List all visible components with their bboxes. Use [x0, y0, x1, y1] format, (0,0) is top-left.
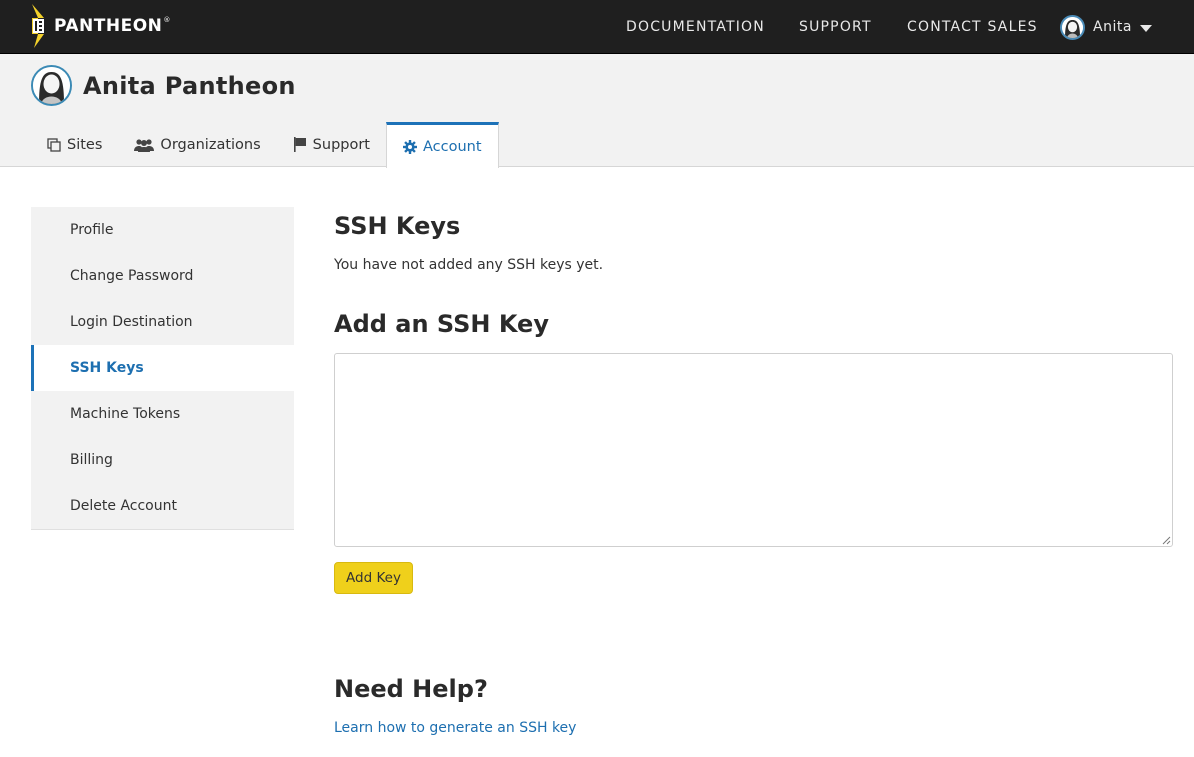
tab-organizations-label: Organizations [160, 136, 261, 153]
logo-registered-mark: ® [163, 16, 171, 24]
user-menu[interactable]: Anita [1060, 0, 1152, 54]
user-name: Anita [1093, 19, 1132, 35]
sidebar-item-profile[interactable]: Profile [31, 207, 294, 253]
generate-ssh-key-help-link[interactable]: Learn how to generate an SSH key [334, 720, 576, 736]
sidebar-item-ssh-keys[interactable]: SSH Keys [31, 345, 294, 391]
account-tabs: Sites Organizations Support Account [31, 122, 499, 168]
sidebar-item-change-password[interactable]: Change Password [31, 253, 294, 299]
page-title: Anita Pantheon [83, 72, 296, 100]
need-help-heading: Need Help? [334, 675, 488, 703]
add-key-button[interactable]: Add Key [334, 562, 413, 594]
users-icon [134, 138, 155, 152]
account-side-menu: Profile Change Password Login Destinatio… [31, 207, 294, 530]
empty-keys-message: You have not added any SSH keys yet. [334, 257, 604, 273]
user-avatar-icon [1062, 16, 1083, 38]
caret-down-icon [1139, 24, 1152, 32]
sidebar-item-login-destination[interactable]: Login Destination [31, 299, 294, 345]
nav-contact-sales[interactable]: CONTACT SALES [907, 0, 1038, 54]
ssh-key-input[interactable] [334, 353, 1173, 547]
tab-sites[interactable]: Sites [31, 122, 118, 167]
tab-organizations[interactable]: Organizations [118, 122, 276, 167]
tab-support[interactable]: Support [277, 122, 386, 167]
profile-avatar [31, 65, 72, 106]
top-navigation-bar: PANTHEON® DOCUMENTATION SUPPORT CONTACT … [0, 0, 1194, 54]
pantheon-logo-icon [32, 4, 44, 48]
resize-handle-icon[interactable] [1162, 536, 1171, 545]
user-avatar [1060, 14, 1085, 40]
pantheon-logo[interactable]: PANTHEON® [30, 4, 171, 48]
add-ssh-key-heading: Add an SSH Key [334, 310, 549, 338]
sidebar-item-billing[interactable]: Billing [31, 437, 294, 483]
nav-documentation[interactable]: DOCUMENTATION [626, 0, 765, 54]
sidebar-item-machine-tokens[interactable]: Machine Tokens [31, 391, 294, 437]
copy-icon [47, 137, 61, 152]
tab-account-label: Account [423, 138, 482, 155]
logo-text: PANTHEON [54, 16, 163, 36]
gear-icon [403, 139, 417, 154]
tab-sites-label: Sites [67, 136, 103, 153]
profile-avatar-icon [33, 67, 70, 104]
sidebar-item-delete-account[interactable]: Delete Account [31, 483, 294, 529]
tab-support-label: Support [312, 136, 370, 153]
flag-icon [293, 137, 307, 152]
tab-account[interactable]: Account [386, 122, 499, 168]
ssh-keys-heading: SSH Keys [334, 212, 461, 240]
nav-support[interactable]: SUPPORT [799, 0, 872, 54]
